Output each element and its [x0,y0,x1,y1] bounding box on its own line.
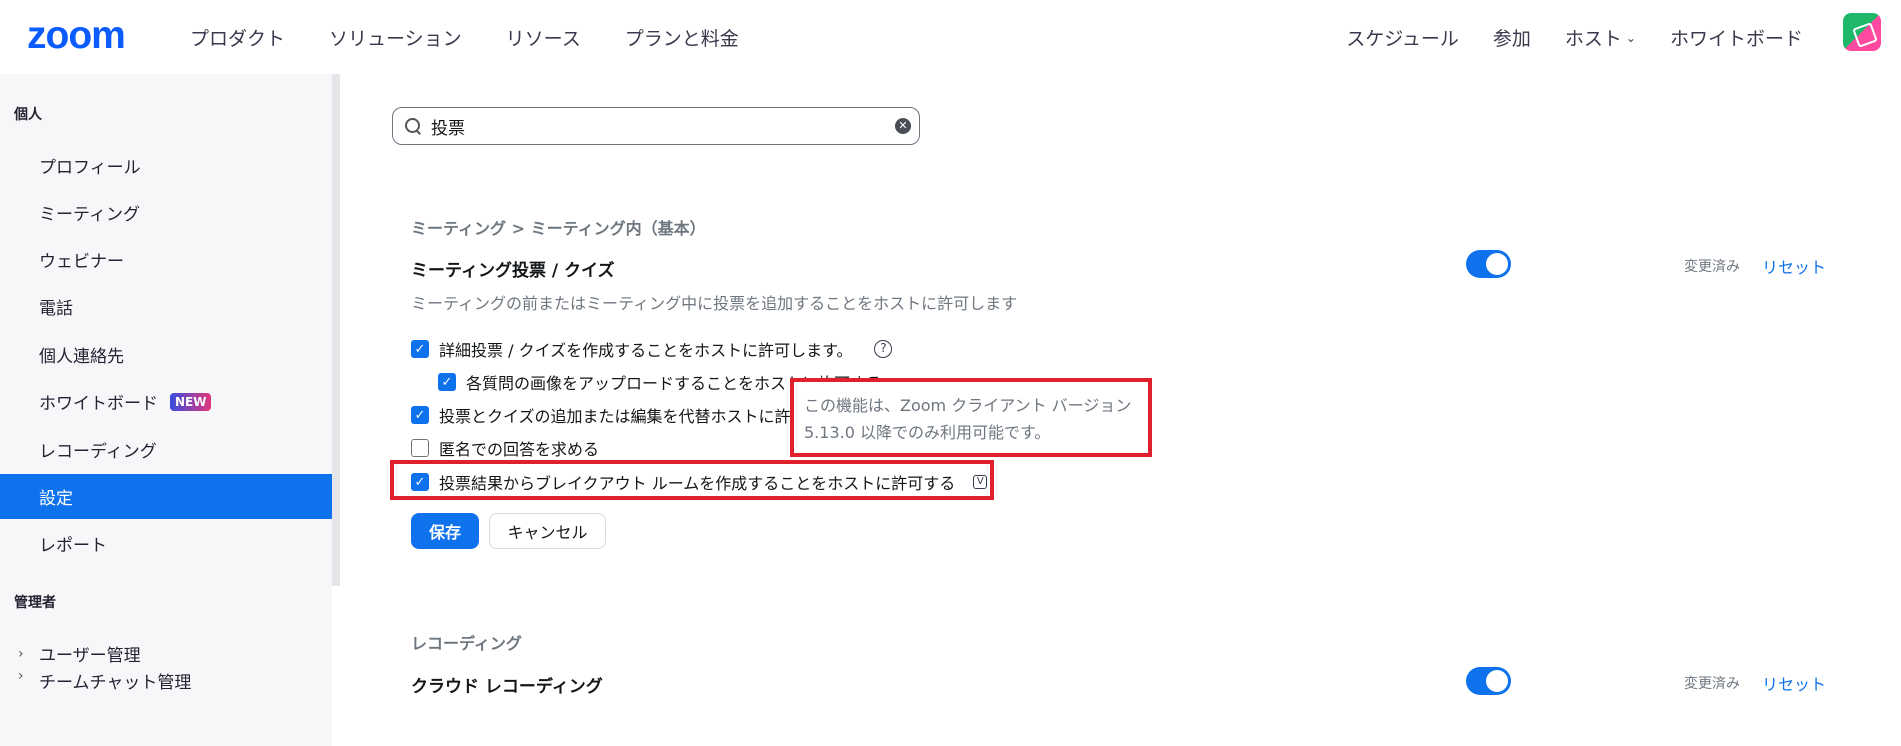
cloud-recording-toggle[interactable] [1466,667,1511,695]
checkbox-checked[interactable]: ✓ [438,373,456,391]
sidebar-item-label: ユーザー管理 [39,646,141,666]
nav-host[interactable]: ホスト ⌄ [1565,24,1636,51]
setting-description: ミーティングの前またはミーティング中に投票を追加することをホストに許可します [411,294,1018,313]
sidebar-section-personal: 個人 [14,107,42,123]
nav-pricing[interactable]: プランと料金 [625,24,739,51]
sidebar-item-label: ミーティング [39,205,140,225]
search-icon [405,118,421,134]
save-button[interactable]: 保存 [411,513,479,549]
changed-label: 変更済み [1684,259,1740,275]
chevron-down-icon: ⌄ [1625,30,1636,45]
sidebar-item-recordings[interactable]: レコーディング [0,427,332,472]
option-breakout-from-poll[interactable]: ✓ 投票結果からブレイクアウト ルームを作成することをホストに許可する V [411,470,988,494]
help-icon[interactable]: ? [874,340,893,358]
setting-title: ミーティング投票 / クイズ [411,261,615,281]
checkbox-checked[interactable]: ✓ [411,406,429,424]
sidebar: 個人 プロフィール ミーティング ウェビナー 電話 個人連絡先 ホワイトボード N… [0,74,332,746]
checkbox-checked[interactable]: ✓ [411,473,429,491]
nav-resources[interactable]: リソース [506,24,581,51]
sidebar-item-settings[interactable]: 設定 [0,474,332,519]
setting-title-cloud-recording: クラウド レコーディング [411,677,603,697]
chevron-right-icon: › [18,668,24,684]
reset-link[interactable]: リセット [1762,254,1826,278]
nav-join[interactable]: 参加 [1493,24,1531,51]
sidebar-scrollbar[interactable] [332,74,340,586]
sidebar-item-reports[interactable]: レポート [0,521,332,566]
search-input[interactable] [431,116,919,136]
nav-schedule[interactable]: スケジュール [1346,24,1459,51]
sidebar-item-label: 電話 [39,299,73,319]
option-anonymous-answers[interactable]: 匿名での回答を求める [411,436,599,460]
section-recording: レコーディング [411,634,522,653]
sidebar-item-phone[interactable]: 電話 [0,284,332,329]
cancel-button[interactable]: キャンセル [489,513,606,549]
sidebar-item-webinars[interactable]: ウェビナー [0,237,332,282]
option-alternative-hosts[interactable]: ✓ 投票とクイズの追加または編集を代替ホストに許可 [411,403,807,427]
settings-search[interactable]: ✕ [392,107,920,145]
nav-right: スケジュール 参加 ホスト ⌄ ホワイトボード [1312,24,1803,51]
sidebar-item-label: レポート [39,536,107,556]
option-label: 詳細投票 / クイズを作成することをホストに許可します。 [439,341,853,360]
nav-left: プロダクト ソリューション リソース プランと料金 [190,24,783,51]
top-nav-bar: zoom プロダクト ソリューション リソース プランと料金 スケジュール 参加… [0,0,1901,74]
meeting-polls-toggle[interactable] [1466,250,1511,278]
nav-solutions[interactable]: ソリューション [329,24,462,51]
sidebar-item-contacts[interactable]: 個人連絡先 [0,332,332,377]
sidebar-item-label: チームチャット管理 [39,673,192,693]
clear-icon[interactable]: ✕ [895,118,911,134]
new-badge: NEW [170,392,212,411]
option-label: 匿名での回答を求める [439,440,600,459]
nav-products[interactable]: プロダクト [190,24,285,51]
sidebar-item-label: レコーディング [39,442,157,462]
chevron-right-icon: › [18,645,24,662]
sidebar-item-label: プロフィール [39,158,141,178]
sidebar-item-whiteboards[interactable]: ホワイトボード NEW [0,379,332,424]
zoom-logo[interactable]: zoom [27,14,126,58]
option-label: 投票結果からブレイクアウト ルームを作成することをホストに許可する [439,474,956,493]
option-label: 投票とクイズの追加または編集を代替ホストに許可 [439,407,807,426]
nav-host-label: ホスト [1564,28,1622,50]
reset-link[interactable]: リセット [1762,671,1826,695]
sidebar-item-profile[interactable]: プロフィール [0,143,332,188]
changed-label: 変更済み [1684,676,1740,692]
sidebar-item-label: ホワイトボード [39,394,158,414]
avatar[interactable] [1843,13,1881,51]
nav-whiteboard[interactable]: ホワイトボード [1670,24,1803,51]
option-advanced-polls[interactable]: ✓ 詳細投票 / クイズを作成することをホストに許可します。 ? [411,337,893,361]
sidebar-item-label: ウェビナー [39,252,124,272]
sidebar-item-meetings[interactable]: ミーティング [0,190,332,235]
sidebar-section-admin: 管理者 [14,595,56,611]
checkbox-unchecked[interactable] [411,439,429,457]
sidebar-item-label: 設定 [39,489,73,509]
version-icon[interactable]: V [973,475,988,489]
sidebar-item-team-chat[interactable]: › チームチャット管理 [0,666,332,694]
version-tooltip: この機能は、Zoom クライアント バージョン 5.13.0 以降でのみ利用可能… [790,378,1152,457]
breadcrumb: ミーティング > ミーティング内（基本） [411,219,706,238]
sidebar-item-label: 個人連絡先 [39,347,124,367]
checkbox-checked[interactable]: ✓ [411,340,429,358]
